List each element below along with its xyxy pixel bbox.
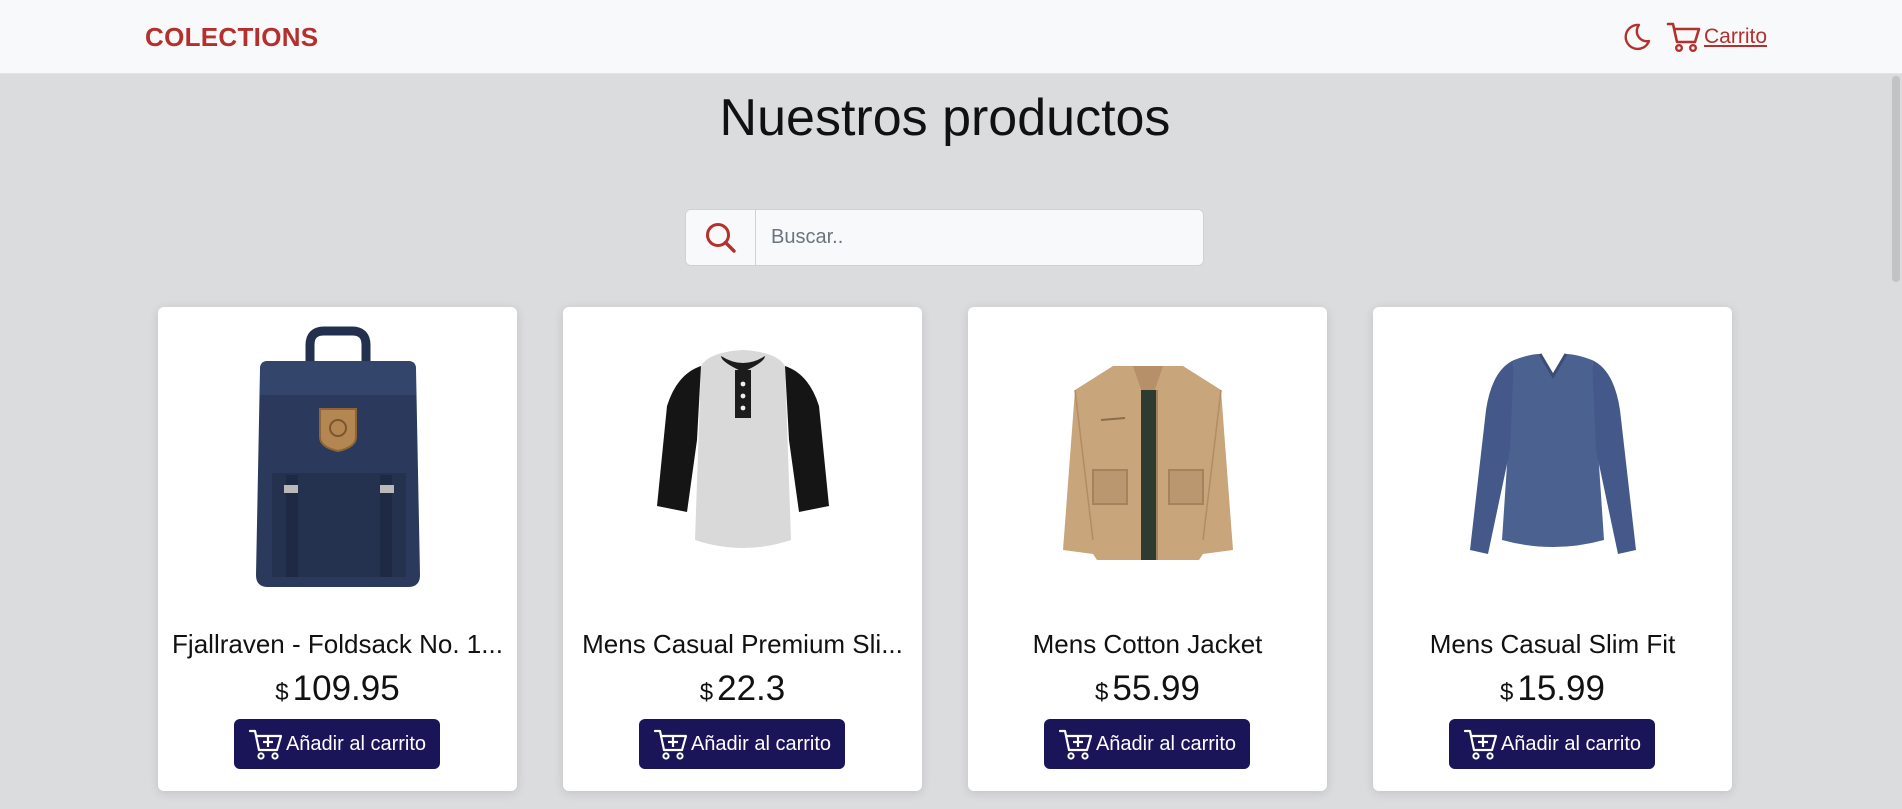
cart-icon [1666, 22, 1701, 53]
product-card: Mens Casual Premium Sli... $22.3 Añadir … [563, 307, 922, 791]
currency-symbol: $ [1095, 679, 1109, 706]
product-image[interactable] [563, 315, 922, 605]
raglan-tshirt-image [656, 350, 829, 548]
scrollbar-thumb[interactable] [1892, 76, 1900, 282]
product-price: $15.99 [1373, 669, 1732, 709]
moon-icon [1624, 23, 1651, 51]
product-card: Mens Casual Slim Fit $15.99 Añadir al ca… [1373, 307, 1732, 791]
add-to-cart-label: Añadir al carrito [285, 732, 427, 755]
longsleeve-shirt-image [1469, 353, 1636, 554]
brand-logo[interactable]: COLECTIONS [145, 22, 318, 53]
add-to-cart-button[interactable]: Añadir al carrito [1449, 719, 1655, 769]
cart-link[interactable]: Carrito [1666, 18, 1767, 56]
product-price: $55.99 [968, 669, 1327, 709]
add-to-cart-label: Añadir al carrito [1095, 732, 1237, 755]
product-image[interactable] [1373, 315, 1732, 605]
search-group [685, 209, 1204, 266]
add-to-cart-button[interactable]: Añadir al carrito [1044, 719, 1250, 769]
add-to-cart-label: Añadir al carrito [1500, 732, 1642, 755]
price-value: 22.3 [717, 669, 786, 708]
product-name[interactable]: Fjallraven - Foldsack No. 1... [170, 629, 505, 660]
product-card: Mens Cotton Jacket $55.99 Añadir al carr… [968, 307, 1327, 791]
add-to-cart-button[interactable]: Añadir al carrito [234, 719, 440, 769]
currency-symbol: $ [1500, 679, 1514, 706]
cart-plus-icon [1463, 729, 1498, 760]
product-price: $109.95 [158, 669, 517, 709]
theme-toggle-button[interactable] [1620, 19, 1654, 55]
product-name[interactable]: Mens Casual Slim Fit [1385, 629, 1720, 660]
price-value: 55.99 [1112, 669, 1200, 708]
cart-plus-icon [653, 729, 688, 760]
product-name[interactable]: Mens Casual Premium Sli... [575, 629, 910, 660]
price-value: 109.95 [292, 669, 400, 708]
cart-plus-icon [248, 729, 283, 760]
product-card: Fjallraven - Foldsack No. 1... $109.95 A… [158, 307, 517, 791]
search-button[interactable] [686, 210, 756, 265]
price-value: 15.99 [1517, 669, 1605, 708]
product-price: $22.3 [563, 669, 922, 709]
currency-symbol: $ [275, 679, 289, 706]
add-to-cart-label: Añadir al carrito [690, 732, 832, 755]
currency-symbol: $ [699, 679, 714, 706]
page-title: Nuestros productos [719, 89, 1171, 147]
search-input[interactable] [756, 210, 1203, 265]
product-name[interactable]: Mens Cotton Jacket [980, 629, 1315, 660]
product-image[interactable] [968, 315, 1327, 605]
add-to-cart-button[interactable]: Añadir al carrito [639, 719, 845, 769]
product-image[interactable] [158, 315, 517, 605]
search-icon [705, 222, 736, 253]
navbar: COLECTIONS Carrito [0, 0, 1902, 74]
cart-link-label[interactable]: Carrito [1704, 25, 1767, 49]
cart-plus-icon [1058, 729, 1093, 760]
cotton-jacket-image [1062, 366, 1233, 560]
backpack-image [255, 326, 420, 587]
